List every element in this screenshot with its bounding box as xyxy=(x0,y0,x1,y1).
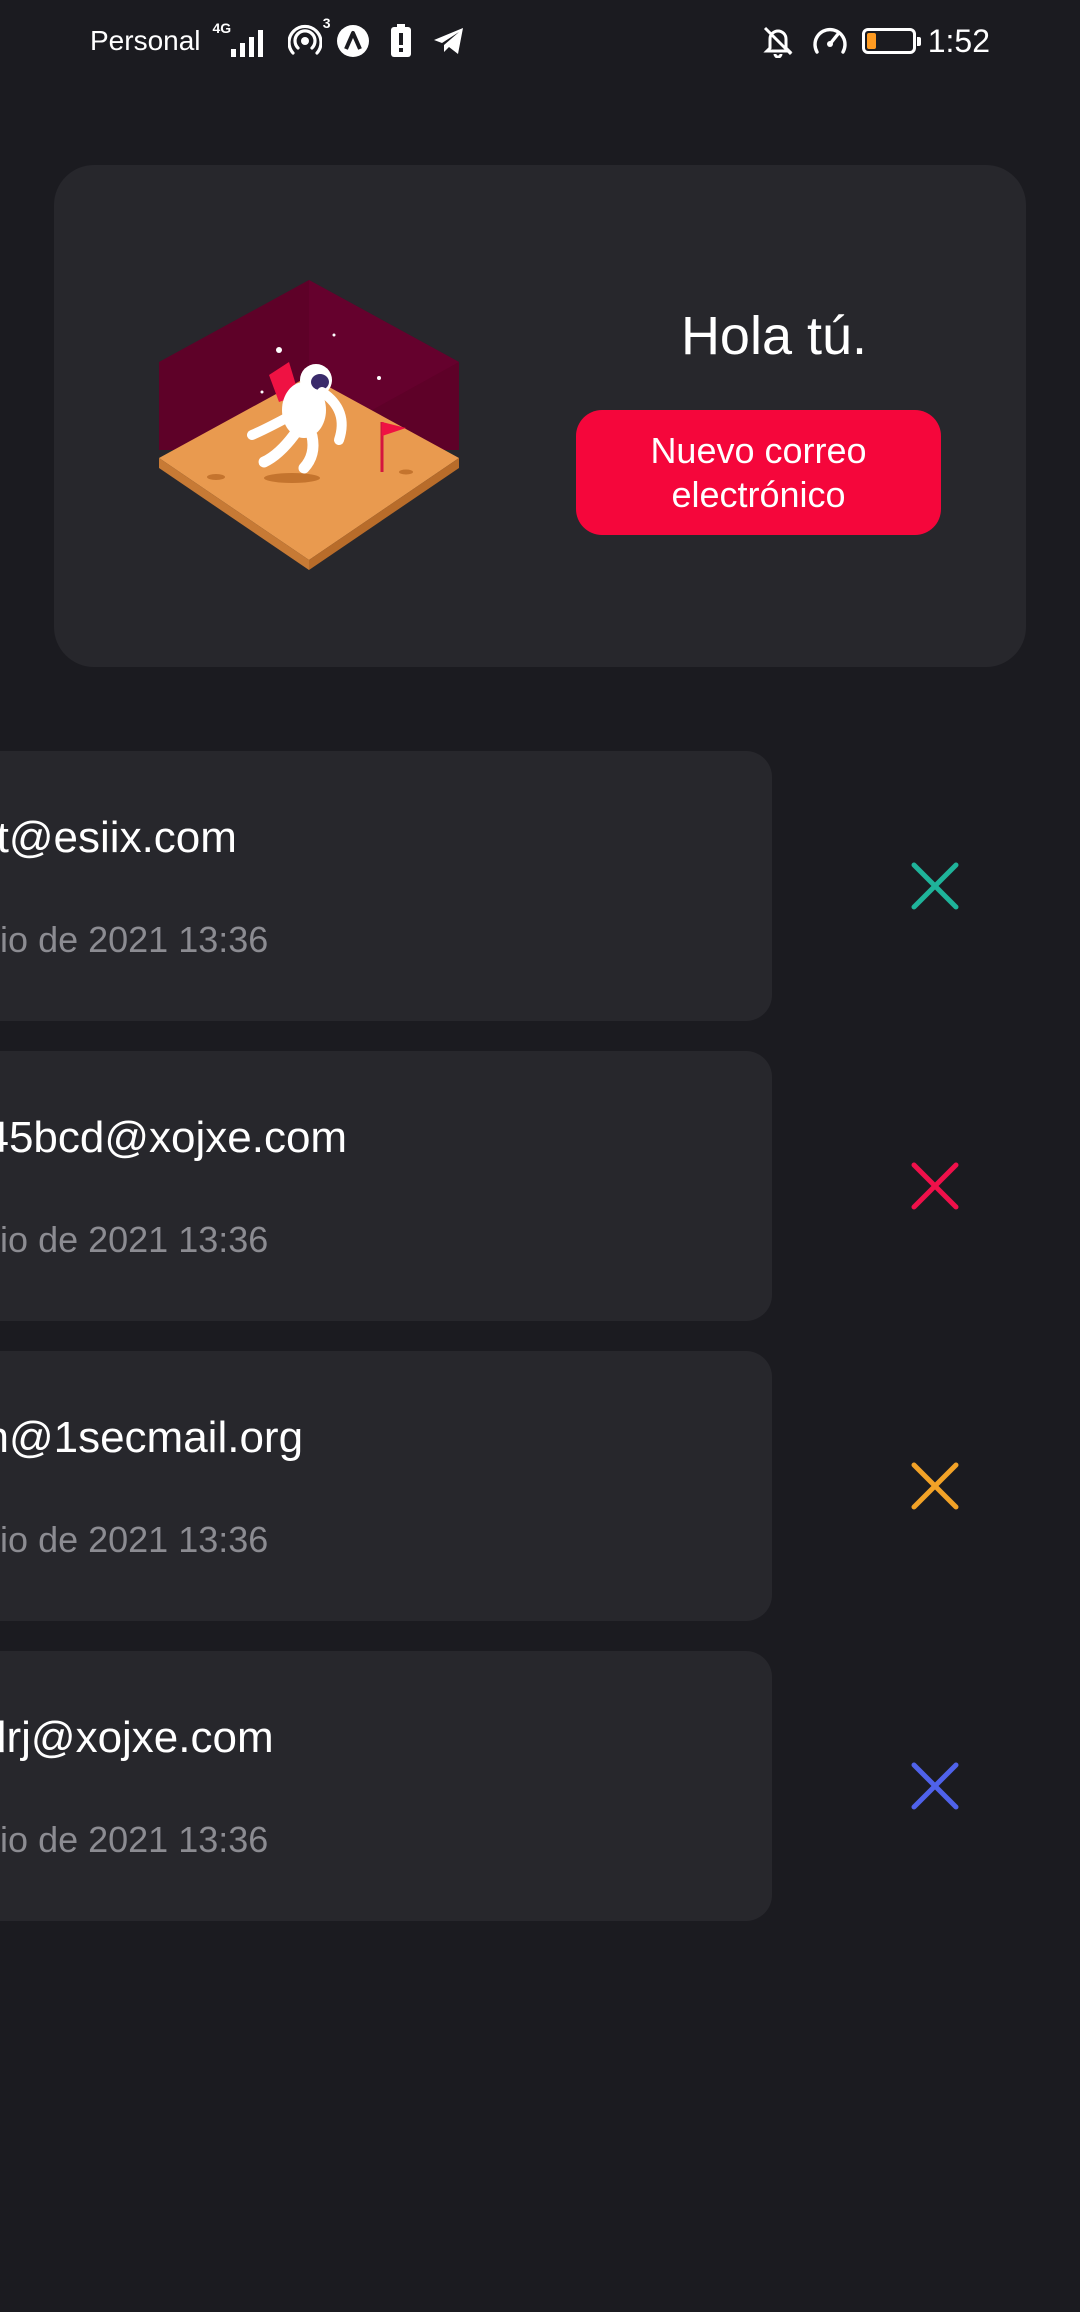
email-list-item[interactable]: ydrj@xojxe.com unio de 2021 13:36 xyxy=(0,1651,1080,1921)
email-list-item[interactable]: zrt@esiix.com unio de 2021 13:36 xyxy=(0,751,1080,1021)
greeting-heading: Hola tú. xyxy=(680,306,868,366)
status-bar: Personal 4G 3 1:52 xyxy=(0,0,1080,80)
close-icon xyxy=(911,1462,959,1510)
battery-icon xyxy=(861,28,921,54)
status-bar-left: Personal 4G 3 xyxy=(90,15,469,64)
email-address: ydrj@xojxe.com xyxy=(0,1713,274,1762)
email-date: unio de 2021 13:36 xyxy=(0,919,269,960)
email-address: bn@1secmail.org xyxy=(0,1413,304,1462)
email-address: 345bcd@xojxe.com xyxy=(0,1113,348,1162)
vpn-icon xyxy=(333,21,373,61)
close-icon xyxy=(911,862,959,910)
bell-off-icon xyxy=(758,21,798,61)
email-list-item[interactable]: bn@1secmail.org unio de 2021 13:36 xyxy=(0,1351,1080,1621)
telegram-icon xyxy=(429,21,469,61)
status-bar-right: 1:52 xyxy=(758,18,990,64)
email-card[interactable]: zrt@esiix.com unio de 2021 13:36 xyxy=(0,751,772,1021)
email-date: unio de 2021 13:36 xyxy=(0,1819,269,1860)
email-card[interactable]: bn@1secmail.org unio de 2021 13:36 xyxy=(0,1351,772,1621)
battery-level-fill xyxy=(866,33,876,49)
hotspot-icon: 3 xyxy=(285,15,331,61)
astronaut-illustration xyxy=(144,280,474,570)
delete-email-button[interactable] xyxy=(905,1156,965,1216)
status-time: 1:52 xyxy=(927,22,990,59)
email-list-item[interactable]: 345bcd@xojxe.com unio de 2021 13:36 xyxy=(0,1051,1080,1321)
close-icon xyxy=(911,1762,959,1810)
email-address: zrt@esiix.com xyxy=(0,813,237,862)
speedometer-icon xyxy=(810,21,850,61)
battery-alert-icon xyxy=(381,21,421,61)
network-type: 4G xyxy=(212,20,232,36)
close-icon xyxy=(911,1162,959,1210)
delete-email-button[interactable] xyxy=(905,856,965,916)
email-date: unio de 2021 13:36 xyxy=(0,1219,269,1260)
signal-icon: 4G xyxy=(213,21,277,61)
delete-email-button[interactable] xyxy=(905,1756,965,1816)
delete-email-button[interactable] xyxy=(905,1456,965,1516)
welcome-card: Hola tú. Nuevo correo electrónico xyxy=(54,165,1026,667)
new-email-button[interactable]: Nuevo correo electrónico xyxy=(576,410,941,535)
email-date: unio de 2021 13:36 xyxy=(0,1519,269,1560)
email-card[interactable]: 345bcd@xojxe.com unio de 2021 13:36 xyxy=(0,1051,772,1321)
email-card[interactable]: ydrj@xojxe.com unio de 2021 13:36 xyxy=(0,1651,772,1921)
hotspot-count: 3 xyxy=(322,15,331,31)
carrier-name: Personal xyxy=(90,25,201,56)
